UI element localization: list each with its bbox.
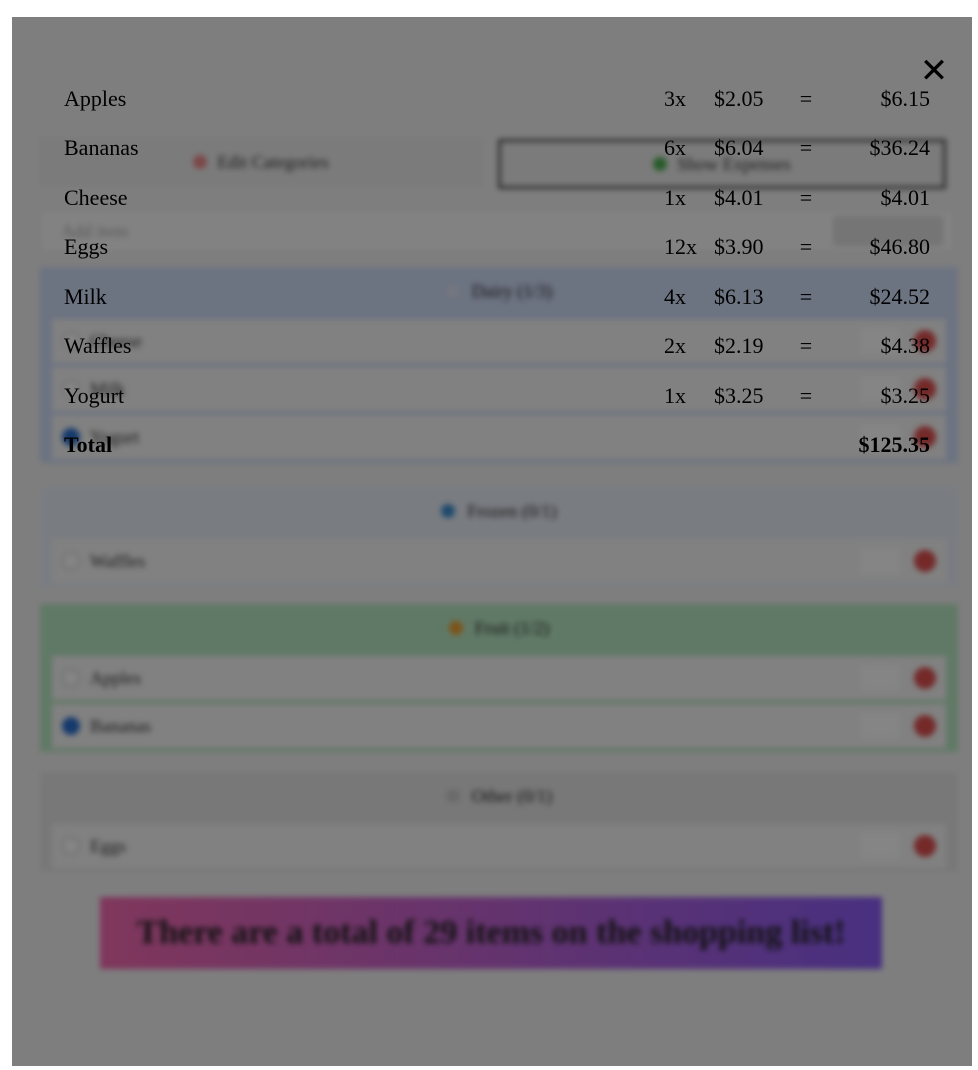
expense-qty: 1x (664, 382, 686, 408)
total-label: Total (64, 432, 113, 458)
expense-row: Waffles 2x $2.19 = $4.38 (64, 322, 930, 372)
expense-row: Cheese 1x $4.01 = $4.01 (64, 173, 930, 223)
expense-total: $24.52 (869, 283, 931, 309)
expense-qty: 12x (664, 234, 697, 260)
expense-name: Bananas (64, 135, 139, 161)
expense-name: Waffles (64, 333, 132, 359)
expense-row: Eggs 12x $3.90 = $46.80 (64, 223, 930, 273)
expense-qty: 4x (664, 283, 686, 309)
expense-eq: = (799, 382, 813, 408)
expense-qty: 3x (664, 85, 686, 111)
expense-total-row: Total $125.35 (64, 421, 930, 471)
expense-name: Yogurt (64, 382, 125, 408)
expense-price: $3.25 (714, 382, 764, 408)
expense-total: $6.15 (880, 85, 931, 111)
expenses-table: Apples 3x $2.05 = $6.15 Bananas 6x $6.04 = $36.24… (64, 74, 930, 470)
expenses-modal: ✕ Apples 3x $2.05 = $6.15 Bananas 6x $6.04 = $36.… (12, 17, 972, 1066)
expense-price: $6.13 (714, 283, 764, 309)
expense-price: $4.01 (714, 184, 764, 210)
total-value: $125.35 (858, 432, 931, 458)
expense-row: Apples 3x $2.05 = $6.15 (64, 74, 930, 124)
empty-cell (714, 421, 786, 471)
expense-eq: = (799, 283, 813, 309)
expense-row: Milk 4x $6.13 = $24.52 (64, 272, 930, 322)
expense-name: Eggs (64, 234, 108, 260)
app-page: Edit Categories Show Expenses Add item D… (12, 17, 972, 1066)
expense-row: Bananas 6x $6.04 = $36.24 (64, 124, 930, 174)
expense-qty: 1x (664, 184, 686, 210)
expense-eq: = (799, 184, 813, 210)
expense-price: $2.19 (714, 333, 764, 359)
expense-total: $4.01 (880, 184, 931, 210)
expense-name: Cheese (64, 184, 128, 210)
expense-name: Milk (64, 283, 107, 309)
expense-total: $3.25 (880, 382, 931, 408)
expense-eq: = (799, 85, 813, 111)
expense-price: $6.04 (714, 135, 764, 161)
expense-qty: 6x (664, 135, 686, 161)
expense-eq: = (799, 333, 813, 359)
empty-cell (664, 421, 714, 471)
expense-total: $4.38 (880, 333, 931, 359)
expense-row: Yogurt 1x $3.25 = $3.25 (64, 371, 930, 421)
expense-eq: = (799, 135, 813, 161)
expense-qty: 2x (664, 333, 686, 359)
expense-name: Apples (64, 85, 127, 111)
expense-total: $36.24 (869, 135, 931, 161)
expense-total: $46.80 (869, 234, 931, 260)
empty-cell (786, 421, 826, 471)
expense-price: $3.90 (714, 234, 764, 260)
expense-eq: = (799, 234, 813, 260)
expense-price: $2.05 (714, 85, 764, 111)
